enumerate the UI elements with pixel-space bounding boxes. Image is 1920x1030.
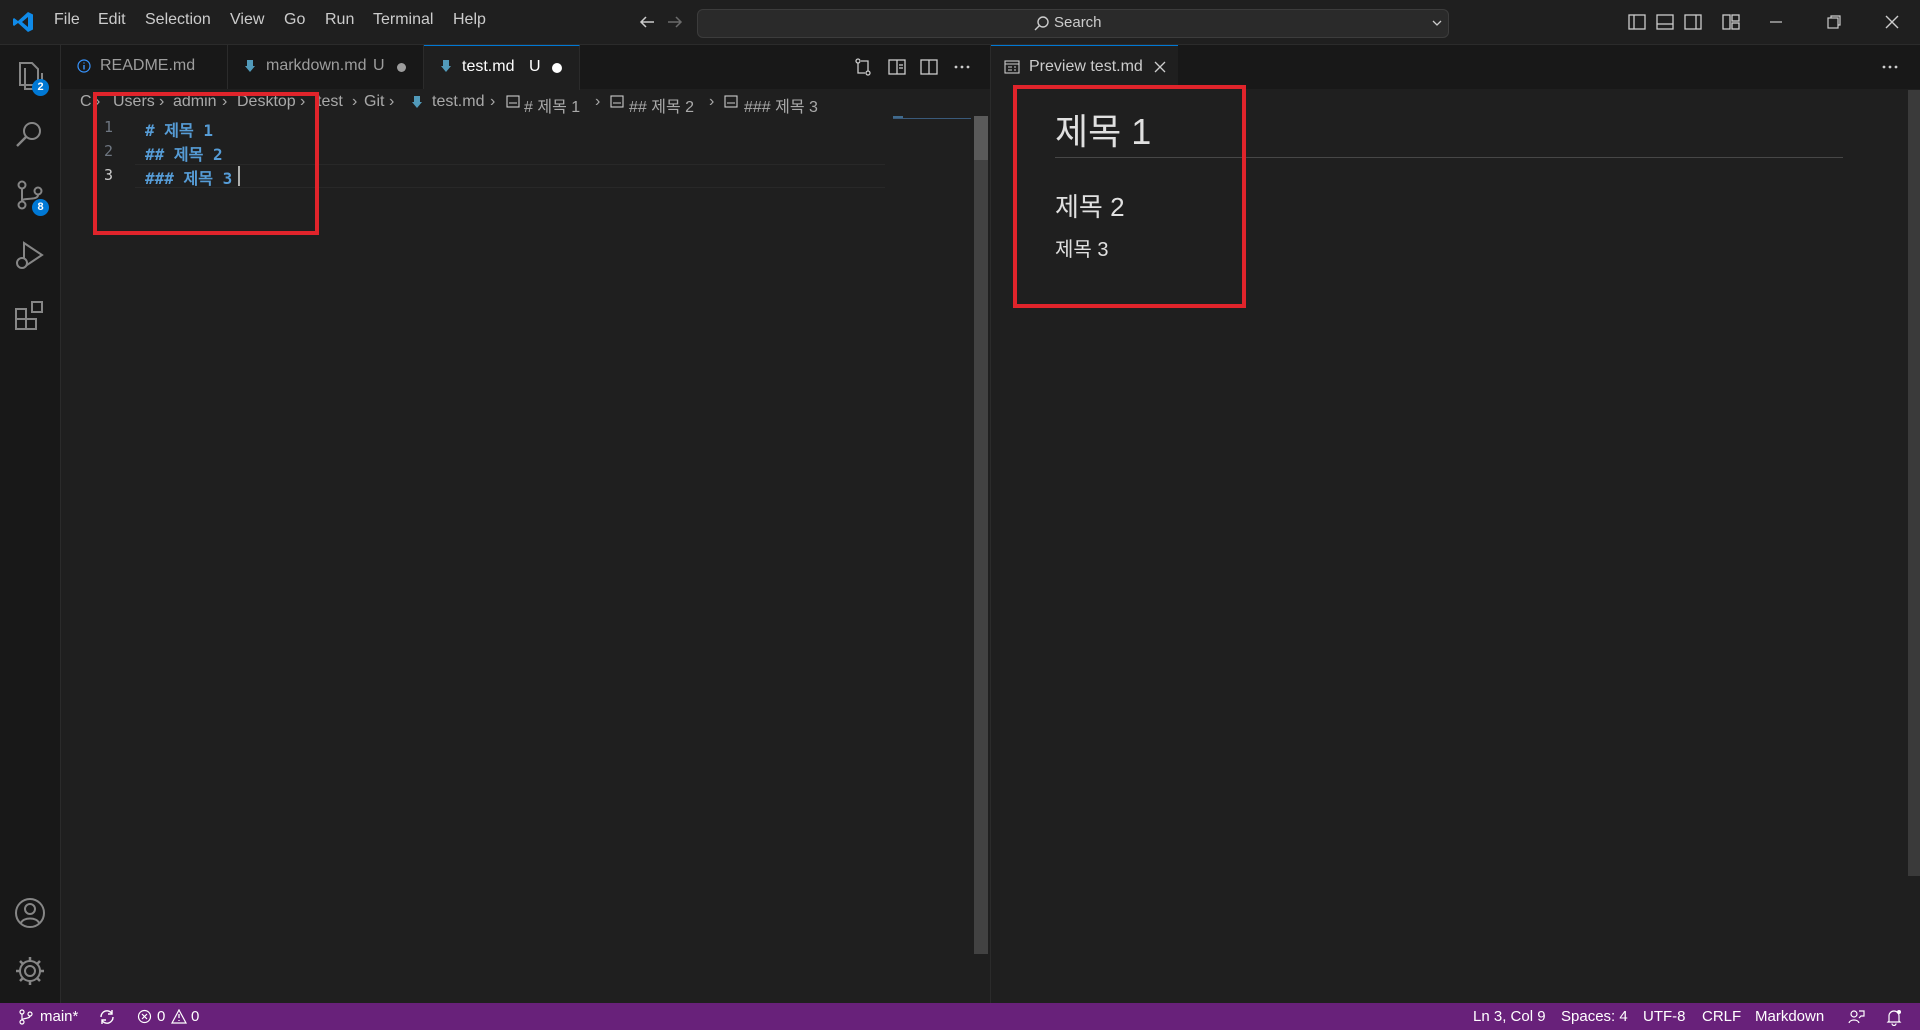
encoding[interactable]: UTF-8: [1643, 1008, 1686, 1025]
feedback-icon[interactable]: [1847, 1008, 1865, 1026]
info-icon: [77, 59, 91, 73]
editor-scrollbar[interactable]: [974, 116, 988, 954]
menu-view[interactable]: View: [230, 11, 264, 29]
highlight-box-preview: [1013, 85, 1246, 308]
indentation[interactable]: Spaces: 4: [1561, 1008, 1628, 1025]
menu-selection[interactable]: Selection: [145, 11, 211, 29]
activity-bar: 2 8: [0, 45, 61, 1003]
markdown-file-icon: [244, 59, 256, 73]
chevron-right-icon: ›: [389, 93, 395, 110]
search-view-icon[interactable]: [12, 117, 48, 153]
accounts-icon[interactable]: [12, 895, 48, 931]
line-ending[interactable]: CRLF: [1702, 1008, 1741, 1025]
forward-arrow-icon[interactable]: [665, 12, 685, 32]
search-icon: [1033, 15, 1050, 32]
minimap[interactable]: [893, 116, 971, 120]
markdown-file-icon: [411, 95, 423, 109]
menu-edit[interactable]: Edit: [98, 11, 126, 29]
error-icon[interactable]: [137, 1009, 152, 1024]
command-center-search[interactable]: Search: [697, 9, 1449, 38]
menu-file[interactable]: File: [54, 11, 80, 29]
breadcrumb-symbol-h2[interactable]: ## 제목 2: [629, 93, 694, 117]
preview-scrollbar[interactable]: [1908, 90, 1920, 876]
breadcrumb-symbol-h1[interactable]: # 제목 1: [524, 93, 580, 117]
explorer-badge: 2: [32, 79, 49, 96]
breadcrumb-file[interactable]: test.md: [432, 93, 484, 111]
language-mode[interactable]: Markdown: [1755, 1008, 1824, 1025]
search-label: Search: [1054, 14, 1102, 31]
status-bar: main* 0 0 Ln 3, Col 9 Spaces: 4 UTF-8 CR…: [0, 1003, 1920, 1030]
open-preview-side-icon[interactable]: [887, 57, 907, 77]
vscode-logo-icon: [11, 10, 35, 34]
scm-badge: 8: [32, 199, 49, 216]
menu-go[interactable]: Go: [284, 11, 305, 29]
preview-icon: [1004, 60, 1020, 74]
manage-gear-icon[interactable]: [12, 953, 48, 989]
title-bar: File Edit Selection View Go Run Terminal…: [0, 0, 1920, 45]
split-editor-icon[interactable]: [919, 57, 939, 77]
menu-help[interactable]: Help: [453, 11, 486, 29]
editor-tab-bar: README.md markdown.md U test.md U: [61, 45, 990, 90]
symbol-string-icon: [724, 95, 738, 108]
tab-label: test.md: [462, 58, 515, 75]
minimize-icon[interactable]: [1766, 12, 1786, 32]
close-window-icon[interactable]: [1882, 12, 1902, 32]
toggle-primary-sidebar-icon[interactable]: [1627, 12, 1647, 32]
tab-label: Preview test.md: [1029, 58, 1143, 75]
tab-status: U: [529, 58, 541, 75]
branch-name[interactable]: main*: [40, 1008, 78, 1025]
cursor-position[interactable]: Ln 3, Col 9: [1473, 1008, 1546, 1025]
chevron-right-icon: ›: [490, 93, 496, 110]
back-arrow-icon[interactable]: [637, 12, 657, 32]
customize-layout-icon[interactable]: [1721, 12, 1741, 32]
tab-status: U: [373, 57, 385, 74]
chevron-right-icon: ›: [709, 93, 715, 110]
unsaved-dot-icon[interactable]: [552, 63, 562, 73]
tab-test[interactable]: test.md U: [424, 45, 580, 90]
symbol-string-icon: [506, 95, 520, 108]
highlight-box-editor: [93, 92, 319, 235]
unsaved-dot-icon[interactable]: [397, 63, 406, 72]
menu-run[interactable]: Run: [325, 11, 354, 29]
editor-text-area[interactable]: [61, 115, 971, 1001]
git-branch-icon: [19, 1009, 33, 1025]
breadcrumb-symbol-h3[interactable]: ### 제목 3: [744, 93, 818, 117]
close-tab-icon[interactable]: [1153, 60, 1167, 74]
chevron-down-icon[interactable]: [1431, 17, 1443, 29]
symbol-string-icon: [610, 95, 624, 108]
warning-icon[interactable]: [171, 1009, 187, 1024]
breadcrumb-test[interactable]: test: [317, 93, 343, 111]
tab-readme[interactable]: README.md: [61, 45, 228, 89]
tab-label: README.md: [100, 57, 196, 74]
source-control-icon[interactable]: 8: [12, 177, 49, 216]
tab-label: markdown.md: [266, 57, 367, 74]
explorer-icon[interactable]: 2: [12, 57, 49, 96]
toggle-secondary-sidebar-icon[interactable]: [1683, 12, 1703, 32]
tab-preview[interactable]: Preview test.md: [991, 45, 1178, 90]
sync-icon[interactable]: [98, 1008, 116, 1026]
chevron-right-icon: ›: [595, 93, 601, 110]
more-actions-icon[interactable]: [952, 57, 972, 77]
tab-markdown[interactable]: markdown.md U: [228, 45, 424, 89]
error-count[interactable]: 0: [157, 1008, 165, 1025]
run-debug-icon[interactable]: [12, 237, 48, 273]
more-actions-icon[interactable]: [1880, 57, 1900, 77]
breadcrumb-git[interactable]: Git: [364, 93, 384, 111]
chevron-right-icon: ›: [352, 93, 358, 110]
extensions-icon[interactable]: [12, 297, 48, 333]
warning-count[interactable]: 0: [191, 1008, 199, 1025]
restore-icon[interactable]: [1824, 12, 1844, 32]
toggle-panel-icon[interactable]: [1655, 12, 1675, 32]
menu-terminal[interactable]: Terminal: [373, 11, 433, 29]
notifications-bell-icon[interactable]: [1885, 1008, 1903, 1026]
preview-tab-bar: Preview test.md: [991, 45, 1920, 90]
open-changes-icon[interactable]: [853, 57, 873, 77]
scrollbar-thumb[interactable]: [974, 116, 988, 160]
markdown-file-icon: [440, 59, 452, 73]
